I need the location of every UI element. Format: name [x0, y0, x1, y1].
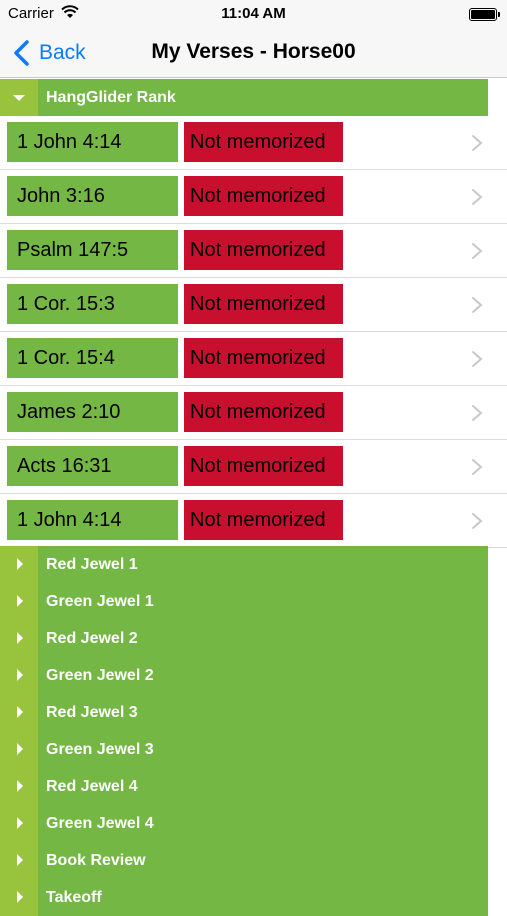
- chevron-right-icon: [472, 243, 483, 259]
- collapsed-section-list: Red Jewel 1 Green Jewel 1 Red Jewel 2 Gr…: [0, 546, 488, 916]
- page-title: My Verses - Horse00: [151, 40, 356, 63]
- section-header-book-review[interactable]: Book Review: [0, 842, 488, 879]
- chevron-right-icon: [472, 189, 483, 205]
- section-header-red-jewel-2[interactable]: Red Jewel 2: [0, 620, 488, 657]
- verse-status-badge: Not memorized: [184, 230, 343, 270]
- triangle-right-icon: [17, 854, 23, 866]
- verse-reference: 1 John 4:14: [7, 122, 178, 162]
- chevron-right-icon: [472, 459, 483, 475]
- verse-reference: 1 Cor. 15:3: [7, 284, 178, 324]
- section-title: Red Jewel 3: [46, 703, 138, 721]
- section-header-red-jewel-4[interactable]: Red Jewel 4: [0, 768, 488, 805]
- battery-icon: [469, 8, 500, 21]
- section-header-bar: [0, 694, 38, 731]
- triangle-right-icon: [17, 817, 23, 829]
- verse-row[interactable]: James 2:10 Not memorized: [0, 386, 507, 440]
- section-header-bar: [0, 583, 38, 620]
- triangle-right-icon: [17, 706, 23, 718]
- section-title: Green Jewel 1: [46, 592, 154, 610]
- section-header-takeoff[interactable]: Takeoff: [0, 879, 488, 916]
- verse-status-badge: Not memorized: [184, 338, 343, 378]
- section-title: Red Jewel 4: [46, 777, 138, 795]
- verse-reference: James 2:10: [7, 392, 178, 432]
- verse-row[interactable]: 1 Cor. 15:4 Not memorized: [0, 332, 507, 386]
- verse-row[interactable]: 1 Cor. 15:3 Not memorized: [0, 278, 507, 332]
- verse-status-badge: Not memorized: [184, 176, 343, 216]
- verse-status-badge: Not memorized: [184, 392, 343, 432]
- verse-status-badge: Not memorized: [184, 446, 343, 486]
- section-title: Green Jewel 4: [46, 814, 154, 832]
- verse-reference: Psalm 147:5: [7, 230, 178, 270]
- section-header-bar: [0, 79, 38, 116]
- section-title: Red Jewel 1: [46, 555, 138, 573]
- section-header-bar: [0, 879, 38, 916]
- triangle-right-icon: [17, 780, 23, 792]
- verse-status-badge: Not memorized: [184, 122, 343, 162]
- verse-status-badge: Not memorized: [184, 500, 343, 540]
- section-header-bar: [0, 805, 38, 842]
- chevron-right-icon: [472, 351, 483, 367]
- section-header-bar: [0, 731, 38, 768]
- section-header-red-jewel-1[interactable]: Red Jewel 1: [0, 546, 488, 583]
- verse-row[interactable]: John 3:16 Not memorized: [0, 170, 507, 224]
- verse-reference: John 3:16: [7, 176, 178, 216]
- triangle-down-icon: [13, 95, 25, 101]
- verse-row[interactable]: Acts 16:31 Not memorized: [0, 440, 507, 494]
- verse-row[interactable]: 1 John 4:14 Not memorized: [0, 116, 507, 170]
- section-header-green-jewel-1[interactable]: Green Jewel 1: [0, 583, 488, 620]
- section-title: Book Review: [46, 851, 146, 869]
- verse-reference: 1 John 4:14: [7, 500, 178, 540]
- chevron-right-icon: [472, 135, 483, 151]
- verse-row[interactable]: 1 John 4:14 Not memorized: [0, 494, 507, 548]
- triangle-right-icon: [17, 558, 23, 570]
- chevron-right-icon: [472, 297, 483, 313]
- section-title: Green Jewel 3: [46, 740, 154, 758]
- section-title: HangGlider Rank: [46, 88, 176, 106]
- status-bar: Carrier 11:04 AM: [0, 0, 507, 28]
- verse-reference: Acts 16:31: [7, 446, 178, 486]
- section-title: Takeoff: [46, 888, 102, 906]
- section-header-bar: [0, 768, 38, 805]
- section-header-green-jewel-4[interactable]: Green Jewel 4: [0, 805, 488, 842]
- status-time: 11:04 AM: [221, 5, 286, 22]
- section-header-bar: [0, 842, 38, 879]
- section-header-bar: [0, 657, 38, 694]
- section-title: Red Jewel 2: [46, 629, 138, 647]
- navigation-bar: Back My Verses - Horse00: [0, 28, 507, 78]
- verse-row[interactable]: Psalm 147:5 Not memorized: [0, 224, 507, 278]
- triangle-right-icon: [17, 891, 23, 903]
- triangle-right-icon: [17, 595, 23, 607]
- section-header-green-jewel-3[interactable]: Green Jewel 3: [0, 731, 488, 768]
- chevron-right-icon: [472, 513, 483, 529]
- section-header-bar: [0, 546, 38, 583]
- chevron-right-icon: [472, 405, 483, 421]
- verse-list: 1 John 4:14 Not memorized John 3:16 Not …: [0, 116, 507, 548]
- verse-reference: 1 Cor. 15:4: [7, 338, 178, 378]
- section-title: Green Jewel 2: [46, 666, 154, 684]
- verse-status-badge: Not memorized: [184, 284, 343, 324]
- section-header-green-jewel-2[interactable]: Green Jewel 2: [0, 657, 488, 694]
- triangle-right-icon: [17, 669, 23, 681]
- section-header-red-jewel-3[interactable]: Red Jewel 3: [0, 694, 488, 731]
- triangle-right-icon: [17, 743, 23, 755]
- section-header-bar: [0, 620, 38, 657]
- triangle-right-icon: [17, 632, 23, 644]
- section-header-hangglider-rank[interactable]: HangGlider Rank: [0, 79, 488, 116]
